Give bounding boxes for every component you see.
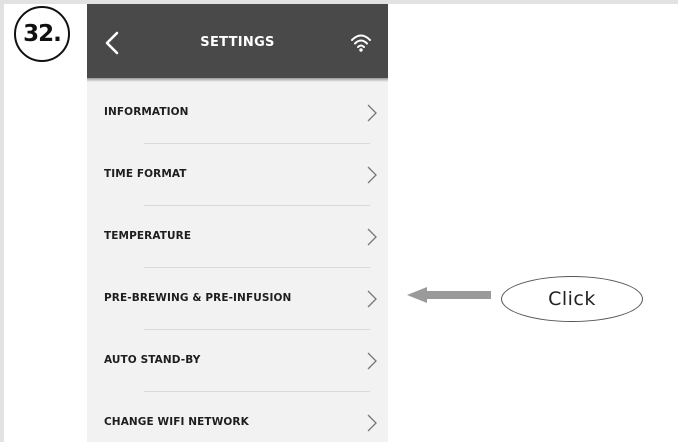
chevron-right-icon [367,352,377,370]
menu-item-label: TEMPERATURE [104,230,192,242]
menu-item-time-format[interactable]: TIME FORMAT [87,144,388,206]
settings-menu: INFORMATION TIME FORMAT TEMPERATURE PRE-… [87,82,388,442]
page-title: SETTINGS [200,35,275,50]
menu-item-pre-brewing[interactable]: PRE-BREWING & PRE-INFUSION [87,268,388,330]
chevron-right-icon [367,414,377,432]
menu-item-auto-stand-by[interactable]: AUTO STAND-BY [87,330,388,392]
chevron-right-icon [367,228,377,246]
phone-screen: SETTINGS INFORMATION TIME FORMAT TEMPERA… [87,4,388,442]
chevron-right-icon [367,166,377,184]
menu-item-change-wifi-network[interactable]: CHANGE WIFI NETWORK [87,392,388,442]
menu-item-label: TIME FORMAT [104,168,187,180]
menu-item-label: AUTO STAND-BY [104,354,201,366]
chevron-right-icon [367,290,377,308]
app-header: SETTINGS [87,4,388,78]
arrow-left-icon [407,287,491,303]
wifi-icon [351,34,371,52]
menu-item-label: PRE-BREWING & PRE-INFUSION [104,292,292,304]
chevron-right-icon [367,104,377,122]
step-number-badge: 32. [14,6,70,62]
menu-item-information[interactable]: INFORMATION [87,82,388,144]
menu-item-label: CHANGE WIFI NETWORK [104,416,249,428]
menu-item-label: INFORMATION [104,106,189,118]
click-callout: Click [501,276,643,322]
menu-item-temperature[interactable]: TEMPERATURE [87,206,388,268]
